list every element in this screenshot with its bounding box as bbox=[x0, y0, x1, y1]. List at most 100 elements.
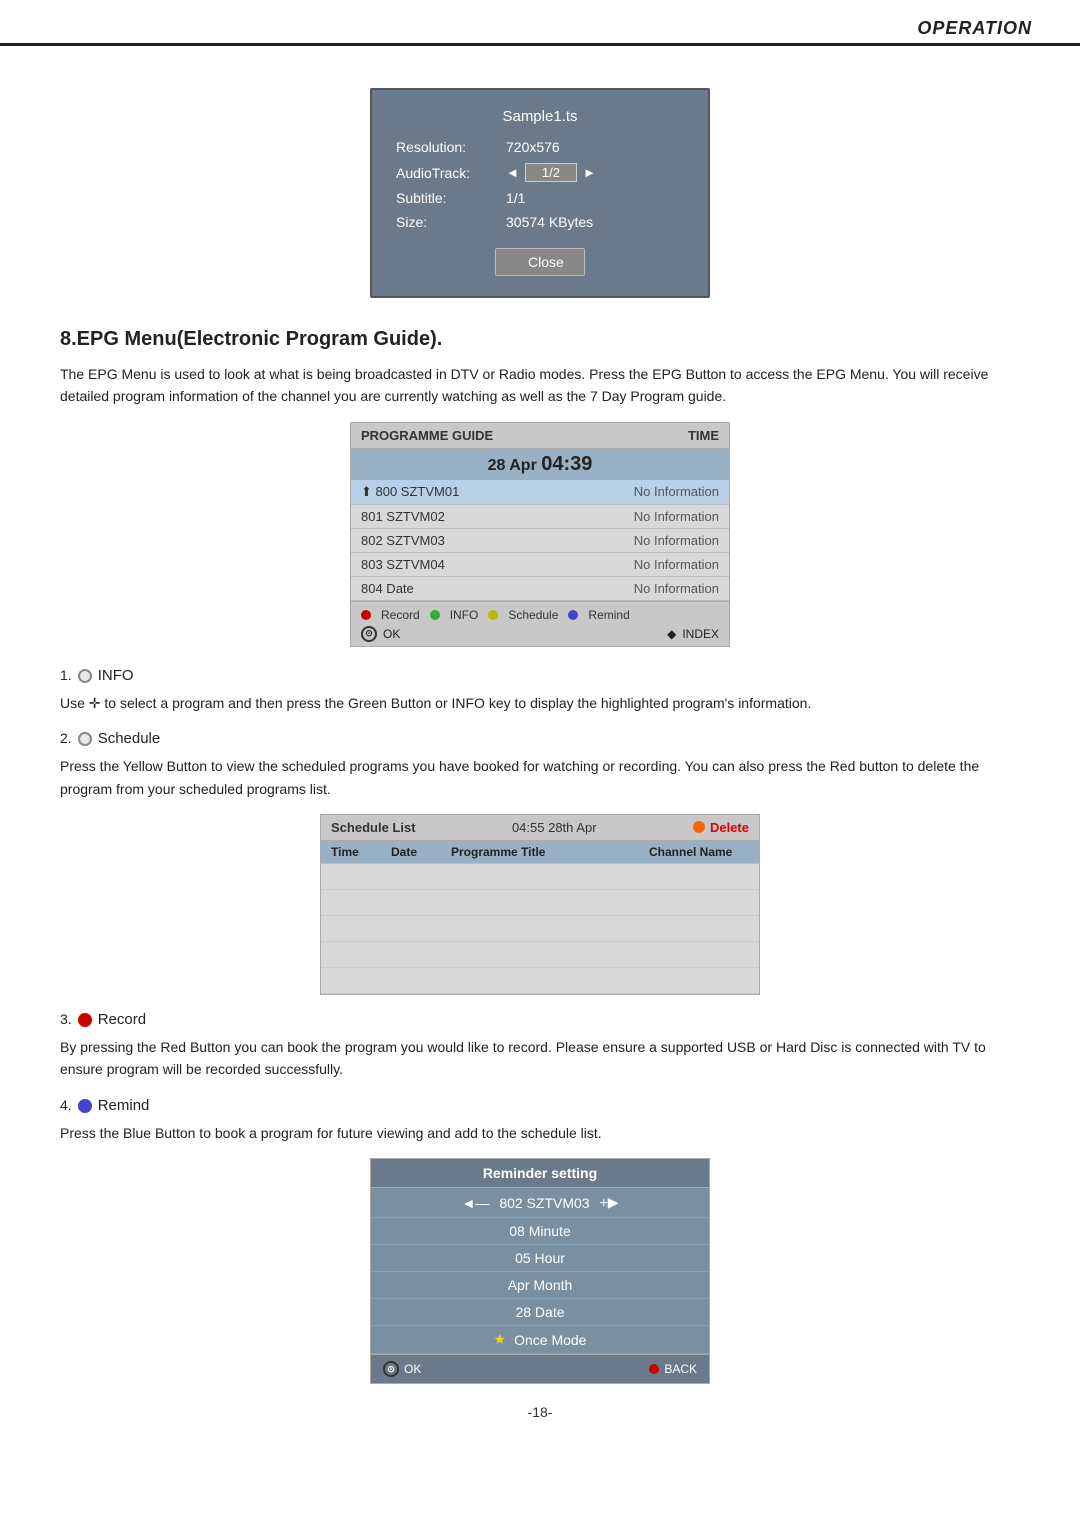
section-header: OPERATION bbox=[0, 0, 1080, 46]
reminder-arrow-left[interactable]: ◄— bbox=[461, 1195, 489, 1211]
close-button[interactable]: Close bbox=[495, 248, 585, 276]
item-description-1: Use ✛ to select a program and then press… bbox=[60, 692, 1020, 714]
epg-channel-name: ⬆ 800 SZTVM01 bbox=[361, 484, 459, 500]
index-legend-label: INDEX bbox=[682, 627, 719, 641]
audiotrack-right-arrow[interactable]: ► bbox=[583, 165, 596, 180]
epg-channel-name: 801 SZTVM02 bbox=[361, 509, 445, 524]
audiotrack-row: AudioTrack: ◄ 1/2 ► bbox=[396, 163, 684, 182]
item-description-2: Press the Yellow Button to view the sche… bbox=[60, 755, 1020, 800]
epg-section-heading: 8.EPG Menu(Electronic Program Guide). bbox=[60, 328, 1020, 351]
item-description-3: By pressing the Red Button you can book … bbox=[60, 1036, 1020, 1081]
size-label: Size: bbox=[396, 214, 506, 230]
item-label-3: Record bbox=[98, 1011, 146, 1028]
col-channel: Channel Name bbox=[649, 845, 749, 859]
item-num-1: 1. bbox=[60, 667, 72, 683]
resolution-row: Resolution: 720x576 bbox=[396, 139, 684, 155]
size-value: 30574 KBytes bbox=[506, 214, 684, 230]
epg-guide: PROGRAMME GUIDE TIME 28 Apr 04:39 ⬆ 800 … bbox=[350, 422, 730, 647]
reminder-channel-row: ◄— 802 SZTVM03 +▶ bbox=[371, 1188, 709, 1218]
item-label-4: Remind bbox=[98, 1097, 150, 1114]
epg-guide-time-header: TIME bbox=[688, 428, 719, 443]
reminder-ok-label: OK bbox=[404, 1362, 421, 1376]
size-row: Size: 30574 KBytes bbox=[396, 214, 684, 230]
item-num-3: 3. bbox=[60, 1011, 72, 1027]
epg-channel-name: 803 SZTVM04 bbox=[361, 557, 445, 572]
remind-dot-legend bbox=[568, 610, 578, 620]
item-header-2: 2.Schedule bbox=[60, 730, 1020, 747]
reminder-minute-row: 08 Minute bbox=[371, 1218, 709, 1245]
item-header-1: 1. INFO bbox=[60, 667, 1020, 684]
audiotrack-left-arrow[interactable]: ◄ bbox=[506, 165, 519, 180]
reminder-ok-btn[interactable]: ⊙ OK bbox=[383, 1361, 421, 1377]
item-dot-3 bbox=[78, 1013, 92, 1027]
subtitle-row: Subtitle: 1/1 bbox=[396, 190, 684, 206]
subtitle-label: Subtitle: bbox=[396, 190, 506, 206]
resolution-label: Resolution: bbox=[396, 139, 506, 155]
col-time: Time bbox=[331, 845, 391, 859]
resolution-value: 720x576 bbox=[506, 139, 684, 155]
epg-guide-title: PROGRAMME GUIDE bbox=[361, 428, 493, 443]
epg-channel-row: 801 SZTVM02 No Information bbox=[351, 505, 729, 529]
info-legend-label: INFO bbox=[450, 608, 479, 622]
reminder-setting-dialog: Reminder setting ◄— 802 SZTVM03 +▶ 08 Mi… bbox=[370, 1158, 710, 1384]
schedule-empty-row bbox=[321, 864, 759, 890]
ok-legend-label: OK bbox=[383, 627, 400, 641]
epg-channel-info: No Information bbox=[634, 533, 719, 548]
schedule-empty-row bbox=[321, 916, 759, 942]
schedule-empty-row bbox=[321, 890, 759, 916]
delete-label: Delete bbox=[710, 820, 749, 835]
epg-guide-header: PROGRAMME GUIDE TIME bbox=[351, 423, 729, 449]
item-dot-4 bbox=[78, 1099, 92, 1113]
item-num-2: 2. bbox=[60, 730, 72, 746]
item-description-4: Press the Blue Button to book a program … bbox=[60, 1122, 1020, 1144]
reminder-hour-row: 05 Hour bbox=[371, 1245, 709, 1272]
reminder-title: Reminder setting bbox=[371, 1159, 709, 1188]
epg-description: The EPG Menu is used to look at what is … bbox=[60, 363, 1020, 408]
epg-legend: Record INFO Schedule Remind ⊙ OK ◆ INDEX bbox=[351, 601, 729, 646]
reminder-footer: ⊙ OK BACK bbox=[371, 1354, 709, 1383]
remind-legend-label: Remind bbox=[588, 608, 629, 622]
epg-channel-info: No Information bbox=[634, 509, 719, 524]
info-dot-legend bbox=[430, 610, 440, 620]
schedule-empty-row bbox=[321, 968, 759, 994]
record-legend-label: Record bbox=[381, 608, 420, 622]
col-title: Programme Title bbox=[451, 845, 649, 859]
schedule-list-datetime: 04:55 28th Apr bbox=[512, 820, 597, 835]
reminder-back-label: BACK bbox=[664, 1362, 697, 1376]
schedule-list-header: Schedule List 04:55 28th Apr Delete bbox=[321, 815, 759, 841]
item-label-1: INFO bbox=[98, 667, 134, 684]
audiotrack-value: 1/2 bbox=[525, 163, 577, 182]
schedule-cols-header: Time Date Programme Title Channel Name bbox=[321, 841, 759, 864]
schedule-delete-btn[interactable]: Delete bbox=[693, 820, 749, 835]
reminder-back-btn[interactable]: BACK bbox=[649, 1362, 697, 1376]
reminder-month-row: Apr Month bbox=[371, 1272, 709, 1299]
epg-legend-row-1: Record INFO Schedule Remind bbox=[361, 608, 719, 622]
item-header-4: 4. Remind bbox=[60, 1097, 1020, 1114]
schedule-list-title: Schedule List bbox=[331, 820, 416, 835]
epg-channel-row: ⬆ 800 SZTVM01 No Information bbox=[351, 480, 729, 505]
schedule-list-dialog: Schedule List 04:55 28th Apr Delete Time… bbox=[320, 814, 760, 995]
item-header-3: 3. Record bbox=[60, 1011, 1020, 1028]
record-dot-legend bbox=[361, 610, 371, 620]
epg-channel-name: 804 Date bbox=[361, 581, 414, 596]
epg-channel-info: No Information bbox=[634, 557, 719, 572]
epg-channel-row: 803 SZTVM04 No Information bbox=[351, 553, 729, 577]
schedule-empty-row bbox=[321, 942, 759, 968]
reminder-mode-row: ★ Once Mode bbox=[371, 1326, 709, 1354]
epg-channel-name: 802 SZTVM03 bbox=[361, 533, 445, 548]
file-info-filename: Sample1.ts bbox=[396, 108, 684, 125]
reminder-date-row: 28 Date bbox=[371, 1299, 709, 1326]
index-diamond-icon: ◆ bbox=[667, 627, 676, 641]
ok-circle-icon: ⊙ bbox=[383, 1361, 399, 1377]
item-num-4: 4. bbox=[60, 1097, 72, 1113]
reminder-channel: 802 SZTVM03 bbox=[499, 1195, 589, 1211]
reminder-arrow-right[interactable]: +▶ bbox=[600, 1194, 619, 1211]
epg-legend-ok-row: ⊙ OK ◆ INDEX bbox=[361, 626, 719, 642]
epg-channels-list: ⬆ 800 SZTVM01 No Information 801 SZTVM02… bbox=[351, 480, 729, 601]
subtitle-value: 1/1 bbox=[506, 190, 684, 206]
numbered-items-container: 1. INFO Use ✛ to select a program and then… bbox=[60, 667, 1020, 1384]
schedule-legend-label: Schedule bbox=[508, 608, 558, 622]
page-number: -18- bbox=[60, 1404, 1020, 1420]
ok-circle-icon: ⊙ bbox=[361, 626, 377, 642]
audiotrack-label: AudioTrack: bbox=[396, 165, 506, 181]
